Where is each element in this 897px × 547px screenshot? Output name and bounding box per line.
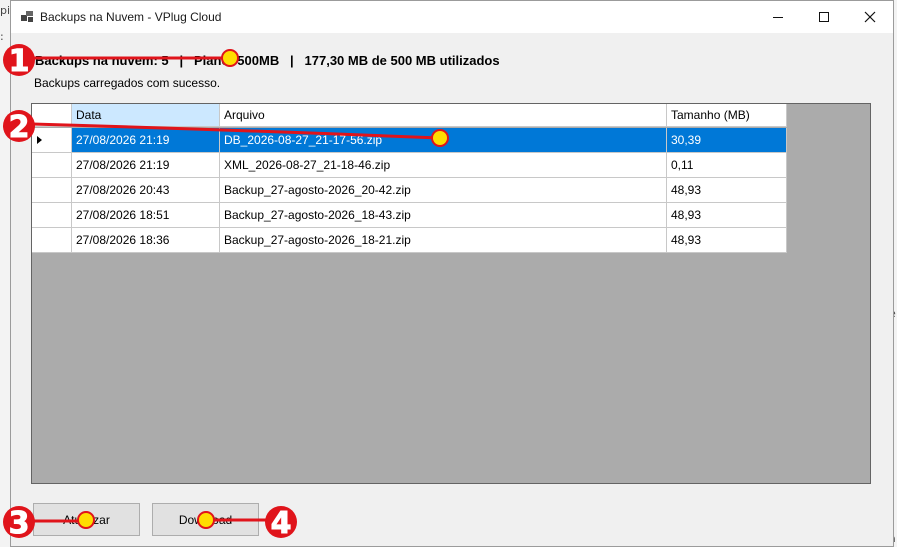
cell-arquivo[interactable]: Backup_27-agosto-2026_20-42.zip: [220, 178, 667, 203]
title-bar[interactable]: Backups na Nuvem - VPlug Cloud: [11, 1, 893, 33]
maximize-icon: [819, 12, 829, 22]
cell-data[interactable]: 27/08/2026 20:43: [72, 178, 220, 203]
row-header[interactable]: [32, 128, 72, 153]
refresh-button[interactable]: Atualizar: [33, 503, 140, 536]
cell-data[interactable]: 27/08/2026 18:51: [72, 203, 220, 228]
row-header[interactable]: [32, 228, 72, 253]
app-windows-icon: [21, 11, 33, 23]
row-header-corner: [32, 104, 72, 127]
minimize-icon: [773, 16, 783, 18]
row-header[interactable]: [32, 203, 72, 228]
current-row-icon: [37, 136, 42, 144]
backups-grid[interactable]: Data Arquivo Tamanho (MB) 27/08/2026 21:…: [31, 103, 871, 484]
grid-header-row: Data Arquivo Tamanho (MB): [32, 104, 787, 129]
backup-summary: Backups na nuvem: 5 | Plano: 500MB | 177…: [35, 53, 500, 68]
table-row[interactable]: 27/08/2026 18:51 Backup_27-agosto-2026_1…: [32, 203, 787, 228]
cell-arquivo[interactable]: DB_2026-08-27_21-17-56.zip: [220, 128, 667, 153]
row-header[interactable]: [32, 178, 72, 203]
backups-window: Backups na Nuvem - VPlug Cloud Backups n…: [10, 0, 894, 547]
download-button[interactable]: Download: [152, 503, 259, 536]
column-header-data[interactable]: Data: [72, 104, 220, 127]
maximize-button[interactable]: [801, 1, 847, 33]
close-button[interactable]: [847, 1, 893, 33]
minimize-button[interactable]: [755, 1, 801, 33]
cell-arquivo[interactable]: Backup_27-agosto-2026_18-43.zip: [220, 203, 667, 228]
cell-tamanho[interactable]: 48,93: [667, 228, 787, 253]
cell-arquivo[interactable]: Backup_27-agosto-2026_18-21.zip: [220, 228, 667, 253]
status-message: Backups carregados com sucesso.: [34, 76, 221, 90]
cell-data[interactable]: 27/08/2026 21:19: [72, 128, 220, 153]
cell-tamanho[interactable]: 48,93: [667, 203, 787, 228]
cell-data[interactable]: 27/08/2026 18:36: [72, 228, 220, 253]
cell-data[interactable]: 27/08/2026 21:19: [72, 153, 220, 178]
table-row[interactable]: 27/08/2026 18:36 Backup_27-agosto-2026_1…: [32, 228, 787, 253]
window-title: Backups na Nuvem - VPlug Cloud: [40, 10, 222, 24]
background-text: pi: [0, 4, 11, 17]
close-icon: [864, 11, 876, 23]
cell-tamanho[interactable]: 48,93: [667, 178, 787, 203]
cell-tamanho[interactable]: 0,11: [667, 153, 787, 178]
column-header-tamanho[interactable]: Tamanho (MB): [667, 104, 787, 127]
table-row[interactable]: 27/08/2026 21:19 DB_2026-08-27_21-17-56.…: [32, 128, 787, 153]
cell-arquivo[interactable]: XML_2026-08-27_21-18-46.zip: [220, 153, 667, 178]
table-row[interactable]: 27/08/2026 20:43 Backup_27-agosto-2026_2…: [32, 178, 787, 203]
column-header-arquivo[interactable]: Arquivo: [220, 104, 667, 127]
row-header[interactable]: [32, 153, 72, 178]
table-row[interactable]: 27/08/2026 21:19 XML_2026-08-27_21-18-46…: [32, 153, 787, 178]
background-text: :: [0, 30, 4, 43]
cell-tamanho[interactable]: 30,39: [667, 128, 787, 153]
